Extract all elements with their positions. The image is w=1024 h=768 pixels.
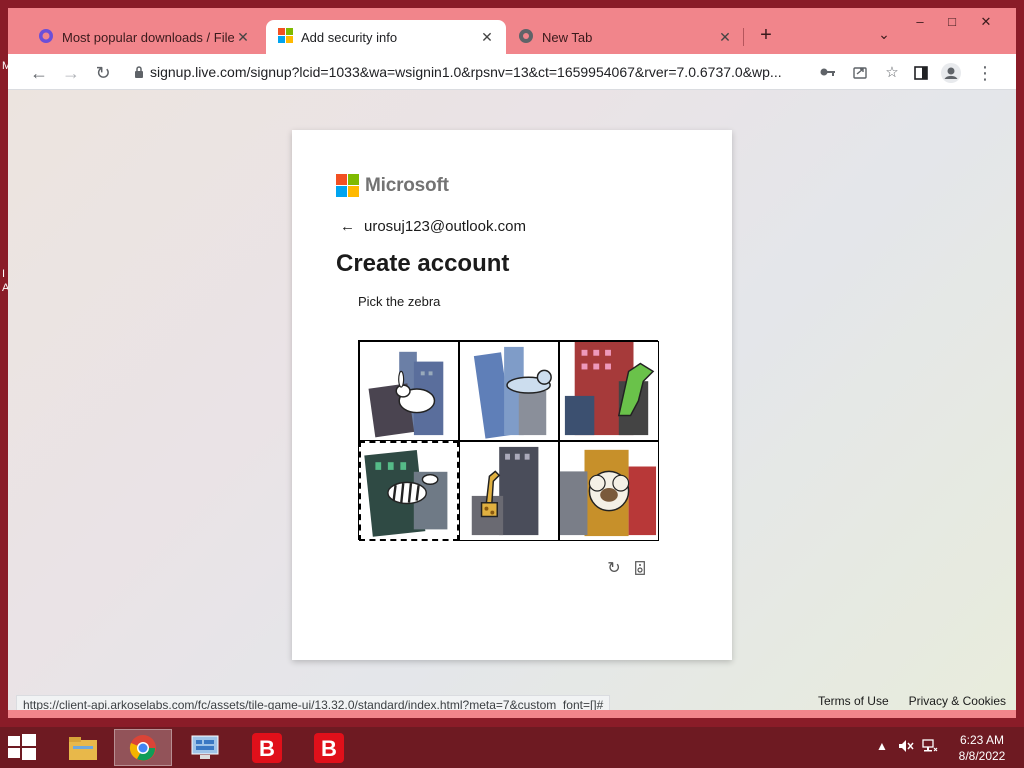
captcha-tile-rabbit[interactable]	[359, 341, 459, 441]
close-window-button[interactable]: ✕	[970, 10, 1002, 34]
reload-button[interactable]: ↻	[90, 60, 116, 86]
dinosaur-icon	[564, 342, 655, 436]
address-bar[interactable]: signup.live.com/signup?lcid=1033&wa=wsig…	[128, 58, 908, 86]
chrome-icon	[518, 28, 534, 47]
lock-icon[interactable]	[128, 66, 150, 78]
giraffe-icon	[471, 446, 539, 536]
captcha-tile-seal[interactable]	[459, 341, 559, 441]
signup-card: Microsoft ← urosuj123@outlook.com Create…	[292, 130, 732, 660]
taskbar-bitdefender[interactable]: B	[238, 729, 296, 766]
filehorse-icon	[38, 28, 54, 47]
close-icon[interactable]: ✕	[478, 28, 496, 46]
control-panel-icon	[191, 735, 219, 759]
captcha-tile-dinosaur[interactable]	[559, 341, 659, 441]
tab-add-security-info[interactable]: Add security info ✕	[266, 20, 506, 54]
status-bubble: https://client-api.arkoselabs.com/fc/ass…	[16, 695, 611, 710]
bitdefender-icon: B	[252, 732, 282, 763]
identity-banner[interactable]: ← urosuj123@outlook.com	[340, 218, 526, 235]
profile-avatar-icon[interactable]	[938, 60, 964, 86]
forward-button[interactable]: →	[58, 60, 84, 86]
taskbar-bitdefender[interactable]: B	[300, 729, 358, 766]
page-viewport: Microsoft ← urosuj123@outlook.com Create…	[8, 90, 1016, 710]
microsoft-logo: Microsoft	[336, 174, 449, 197]
tab-search-button[interactable]: ⌄	[874, 26, 894, 46]
taskbar-control-panel[interactable]	[176, 729, 234, 766]
logo-square	[336, 186, 347, 197]
captcha-grid	[358, 340, 659, 541]
taskbar-chrome[interactable]	[114, 729, 172, 766]
clock-date: 8/8/2022	[958, 749, 1006, 763]
tab-filehorse[interactable]: Most popular downloads / FileH ✕	[26, 20, 262, 54]
page-title: Create account	[336, 250, 510, 277]
account-email: urosuj123@outlook.com	[364, 218, 526, 235]
start-button[interactable]	[8, 734, 38, 762]
terms-of-use-link[interactable]: Terms of Use	[818, 694, 889, 708]
bookmark-star-icon[interactable]: ☆	[876, 63, 908, 81]
side-panel-icon[interactable]	[908, 60, 934, 86]
footer-links: Terms of Use Privacy & Cookies	[798, 694, 1006, 708]
clock-time: 6:23 AM	[959, 733, 1005, 747]
file-explorer-icon	[69, 736, 97, 760]
system-clock[interactable]: 6:23 AM 8/8/2022	[952, 732, 1012, 764]
logo-square	[336, 174, 347, 185]
maximize-button[interactable]: □	[936, 10, 968, 34]
show-hidden-icons[interactable]: ▲	[876, 739, 888, 753]
minimize-button[interactable]: –	[904, 10, 936, 34]
taskbar: B B ▲ 6:23 AM 8/8/2022	[0, 727, 1024, 768]
tab-title: Add security info	[301, 29, 398, 45]
captcha-tile-giraffe[interactable]	[459, 441, 559, 541]
audio-challenge-icon[interactable]	[630, 558, 650, 578]
back-button[interactable]: ←	[26, 60, 52, 86]
back-arrow-icon[interactable]: ←	[340, 218, 360, 235]
captcha-prompt: Pick the zebra	[358, 294, 441, 309]
taskbar-file-explorer[interactable]	[54, 729, 112, 766]
desktop-label: I	[2, 268, 6, 280]
tab-title: New Tab	[542, 29, 593, 45]
captcha-tile-sheep[interactable]	[559, 441, 659, 541]
brand-name: Microsoft	[365, 174, 449, 196]
privacy-cookies-link[interactable]: Privacy & Cookies	[909, 694, 1006, 708]
new-tab-button[interactable]: +	[754, 24, 778, 48]
network-icon[interactable]	[922, 739, 938, 756]
logo-square	[348, 186, 359, 197]
captcha-tile-zebra[interactable]	[359, 441, 459, 541]
key-icon[interactable]	[812, 67, 844, 77]
tab-new-tab[interactable]: New Tab ✕	[506, 20, 744, 54]
chrome-icon	[129, 734, 156, 761]
volume-muted-icon[interactable]	[898, 739, 914, 756]
microsoft-icon	[278, 28, 293, 46]
rabbit-icon	[368, 351, 444, 438]
tab-bar: Most popular downloads / FileH ✕ Add sec…	[8, 8, 1016, 54]
share-icon[interactable]	[844, 65, 876, 79]
logo-square	[348, 174, 359, 185]
svg-text:B: B	[259, 736, 275, 761]
bitdefender-icon: B	[314, 732, 344, 763]
close-icon[interactable]: ✕	[716, 28, 734, 46]
menu-icon[interactable]: ⋮	[972, 60, 998, 86]
tab-title: Most popular downloads / FileH	[62, 29, 234, 45]
close-icon[interactable]: ✕	[234, 28, 252, 46]
tab-separator	[743, 28, 744, 46]
zebra-icon	[364, 450, 448, 537]
url-text[interactable]: signup.live.com/signup?lcid=1033&wa=wsig…	[150, 64, 812, 80]
browser-window: Most popular downloads / FileH ✕ Add sec…	[8, 8, 1016, 718]
sheep-icon	[560, 449, 657, 537]
microsoft-logo-icon	[336, 174, 359, 197]
windows-icon	[8, 734, 36, 760]
svg-text:B: B	[321, 736, 337, 761]
seal-icon	[473, 346, 552, 439]
reload-puzzle-icon[interactable]: ↻	[604, 558, 624, 578]
browser-toolbar: ← → ↻ signup.live.com/signup?lcid=1033&w…	[8, 54, 1016, 90]
